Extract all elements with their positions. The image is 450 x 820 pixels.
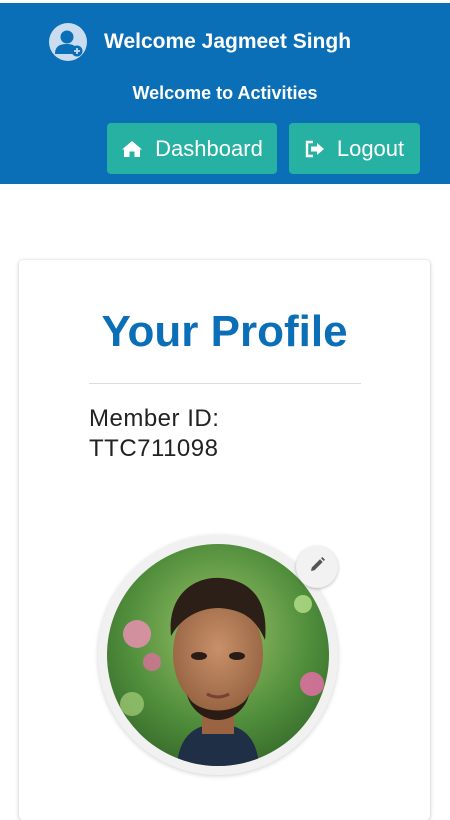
user-plus-icon[interactable]: [49, 23, 87, 61]
welcome-row: Welcome Jagmeet Singh: [49, 22, 351, 62]
profile-card: Your Profile Member ID: TTC711098: [19, 260, 430, 820]
profile-photo: [107, 544, 329, 766]
logout-button[interactable]: Logout: [289, 123, 420, 174]
profile-title: Your Profile: [101, 307, 348, 356]
top-header: Welcome Jagmeet Singh Welcome to Activit…: [0, 3, 450, 184]
welcome-text: Welcome Jagmeet Singh: [104, 30, 352, 53]
header-subtitle: Welcome to Activities: [132, 83, 318, 103]
logout-button-label: Logout: [336, 135, 405, 161]
member-id-label: Member ID:: [89, 405, 220, 432]
sign-out-icon: [305, 140, 325, 158]
edit-photo-button[interactable]: [296, 546, 338, 588]
title-divider: [89, 383, 361, 384]
pencil-icon: [308, 556, 326, 579]
member-id-value: TTC711098: [89, 435, 219, 462]
dashboard-button-label: Dashboard: [155, 135, 263, 161]
home-icon: [121, 140, 143, 158]
dashboard-button[interactable]: Dashboard: [107, 123, 277, 174]
